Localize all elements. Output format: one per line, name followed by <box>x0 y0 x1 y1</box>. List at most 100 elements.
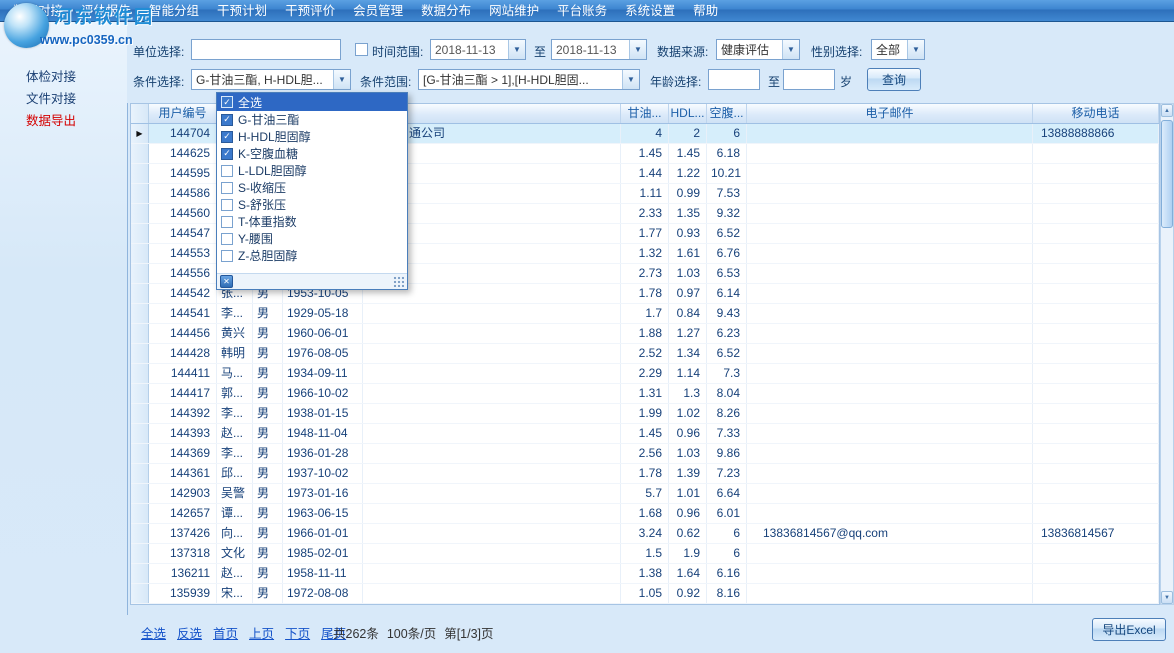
chevron-down-icon[interactable]: ▼ <box>622 70 639 89</box>
table-row[interactable]: 144393赵...男1948-11-041.450.967.33 <box>131 424 1159 444</box>
cell-email <box>747 324 1033 343</box>
pager-info: 共262条 100条/页 第[1/3]页 <box>333 623 494 642</box>
condition-value: G-甘油三酯, H-HDL胆... <box>192 71 333 88</box>
resize-grip-icon[interactable] <box>393 276 404 287</box>
dropdown-item[interactable]: S-舒张压 <box>217 196 407 213</box>
dropdown-item[interactable]: Y-腰围 <box>217 230 407 247</box>
checkbox-icon[interactable] <box>221 182 233 194</box>
table-row[interactable]: 142903吴警男1973-01-165.71.016.64 <box>131 484 1159 504</box>
condition-select[interactable]: G-甘油三酯, H-HDL胆... ▼ <box>191 69 351 90</box>
menu-item[interactable]: 数据分布 <box>412 0 480 22</box>
dropdown-item[interactable]: ✓K-空腹血糖 <box>217 145 407 162</box>
cell-glucose: 8.16 <box>707 584 747 603</box>
sidebar-item[interactable]: 体检对接 <box>0 66 127 88</box>
header-user-id[interactable]: 用户编号 <box>149 104 217 123</box>
dropdown-item[interactable]: T-体重指数 <box>217 213 407 230</box>
pager-link[interactable]: 首页 <box>213 623 238 642</box>
menu-item[interactable]: 平台账务 <box>548 0 616 22</box>
scroll-down-icon[interactable]: ▼ <box>1161 591 1173 604</box>
unit-input[interactable] <box>191 39 341 60</box>
menu-item[interactable]: 系统设置 <box>616 0 684 22</box>
gender-select[interactable]: 全部 ▼ <box>871 39 925 60</box>
pager-link[interactable]: 下页 <box>285 623 310 642</box>
dropdown-item[interactable]: L-LDL胆固醇 <box>217 162 407 179</box>
dropdown-item-label: H-HDL胆固醇 <box>238 128 311 145</box>
query-button[interactable]: 查询 <box>867 68 921 91</box>
checkbox-icon[interactable] <box>221 199 233 211</box>
pager-link[interactable]: 上页 <box>249 623 274 642</box>
checkbox-icon[interactable]: ✓ <box>221 114 233 126</box>
menu-item[interactable]: 干预计划 <box>208 0 276 22</box>
sidebar-item[interactable]: 数据导出 <box>0 110 127 132</box>
checkbox-icon[interactable]: ✓ <box>221 148 233 160</box>
menu-item[interactable]: 网站维护 <box>480 0 548 22</box>
chevron-down-icon[interactable]: ▼ <box>782 40 799 59</box>
condition-select-label: 条件选择: <box>133 72 184 92</box>
chevron-down-icon[interactable]: ▼ <box>508 40 525 59</box>
menu-item[interactable]: 会员管理 <box>344 0 412 22</box>
checkbox-icon[interactable] <box>221 216 233 228</box>
cell-hdl: 0.96 <box>669 424 707 443</box>
dropdown-item[interactable]: Z-总胆固醇 <box>217 247 407 264</box>
sidebar-item[interactable]: 文件对接 <box>0 88 127 110</box>
scroll-up-icon[interactable]: ▲ <box>1161 104 1173 117</box>
dropdown-item[interactable]: S-收缩压 <box>217 179 407 196</box>
table-row[interactable]: 137426向...男1966-01-013.240.6261383681456… <box>131 524 1159 544</box>
cell-glucose: 9.43 <box>707 304 747 323</box>
app-window: 数据对接评估报告智能分组干预计划干预评价会员管理数据分布网站维护平台账务系统设置… <box>0 0 1174 653</box>
cell-name: 邱... <box>217 464 253 483</box>
dropdown-select-all[interactable]: ✓ 全选 <box>217 93 407 111</box>
cell-phone: 13836814567 <box>1033 524 1159 543</box>
data-source-select[interactable]: 健康评估 ▼ <box>716 39 800 60</box>
checkbox-icon[interactable] <box>221 165 233 177</box>
table-row[interactable]: 144361邱...男1937-10-021.781.397.23 <box>131 464 1159 484</box>
dropdown-item[interactable]: ✓G-甘油三酯 <box>217 111 407 128</box>
table-row[interactable]: 144369李...男1936-01-282.561.039.86 <box>131 444 1159 464</box>
menu-item[interactable]: 数据对接 <box>4 0 72 22</box>
vertical-scrollbar[interactable]: ▲ ▼ <box>1160 103 1174 605</box>
checkbox-icon[interactable] <box>221 233 233 245</box>
header-phone[interactable]: 移动电话 <box>1033 104 1159 123</box>
chevron-down-icon[interactable]: ▼ <box>333 70 350 89</box>
header-triglyceride[interactable]: 甘油... <box>621 104 669 123</box>
table-row[interactable]: 135939宋...男1972-08-081.050.928.16 <box>131 584 1159 604</box>
export-excel-button[interactable]: 导出Excel <box>1092 618 1166 641</box>
pager-link[interactable]: 反选 <box>177 623 202 642</box>
menu-item[interactable]: 评估报告 <box>72 0 140 22</box>
table-row[interactable]: 142657谭...男1963-06-151.680.966.01 <box>131 504 1159 524</box>
checkbox-icon[interactable]: ✓ <box>221 131 233 143</box>
table-row[interactable]: 144411马...男1934-09-112.291.147.3 <box>131 364 1159 384</box>
table-row[interactable]: 144541李...男1929-05-181.70.849.43 <box>131 304 1159 324</box>
table-row[interactable]: 144456黄兴男1960-06-011.881.276.23 <box>131 324 1159 344</box>
close-icon[interactable]: ✕ <box>220 275 233 288</box>
cell-id: 144369 <box>149 444 217 463</box>
cell-company <box>363 464 621 483</box>
age-to-input[interactable] <box>783 69 835 90</box>
cell-phone <box>1033 444 1159 463</box>
dropdown-item[interactable]: ✓ H-HDL胆固醇 <box>217 128 407 145</box>
cell-phone <box>1033 384 1159 403</box>
menu-item[interactable]: 干预评价 <box>276 0 344 22</box>
header-hdl[interactable]: HDL... <box>669 104 707 123</box>
table-row[interactable]: 136211赵...男1958-11-111.381.646.16 <box>131 564 1159 584</box>
header-glucose[interactable]: 空腹... <box>707 104 747 123</box>
date-from-select[interactable]: 2018-11-13 ▼ <box>430 39 526 60</box>
table-row[interactable]: 137318文化男1985-02-011.51.96 <box>131 544 1159 564</box>
menu-item[interactable]: 帮助 <box>684 0 727 22</box>
chevron-down-icon[interactable]: ▼ <box>907 40 924 59</box>
table-row[interactable]: 144417郭...男1966-10-021.311.38.04 <box>131 384 1159 404</box>
scrollbar-thumb[interactable] <box>1161 120 1173 228</box>
checkbox-icon[interactable] <box>221 250 233 262</box>
age-from-input[interactable] <box>708 69 760 90</box>
header-email[interactable]: 电子邮件 <box>747 104 1033 123</box>
chevron-down-icon[interactable]: ▼ <box>629 40 646 59</box>
cell-birth: 1958-11-11 <box>283 564 363 583</box>
date-to-select[interactable]: 2018-11-13 ▼ <box>551 39 647 60</box>
menu-item[interactable]: 智能分组 <box>140 0 208 22</box>
time-range-checkbox[interactable] <box>355 43 368 56</box>
table-row[interactable]: 144392李...男1938-01-151.991.028.26 <box>131 404 1159 424</box>
condition-range-select[interactable]: [G-甘油三酯 > 1],[H-HDL胆固... ▼ <box>418 69 640 90</box>
date-from-value: 2018-11-13 <box>431 43 508 57</box>
table-row[interactable]: 144428韩明男1976-08-052.521.346.52 <box>131 344 1159 364</box>
pager-link[interactable]: 全选 <box>141 623 166 642</box>
